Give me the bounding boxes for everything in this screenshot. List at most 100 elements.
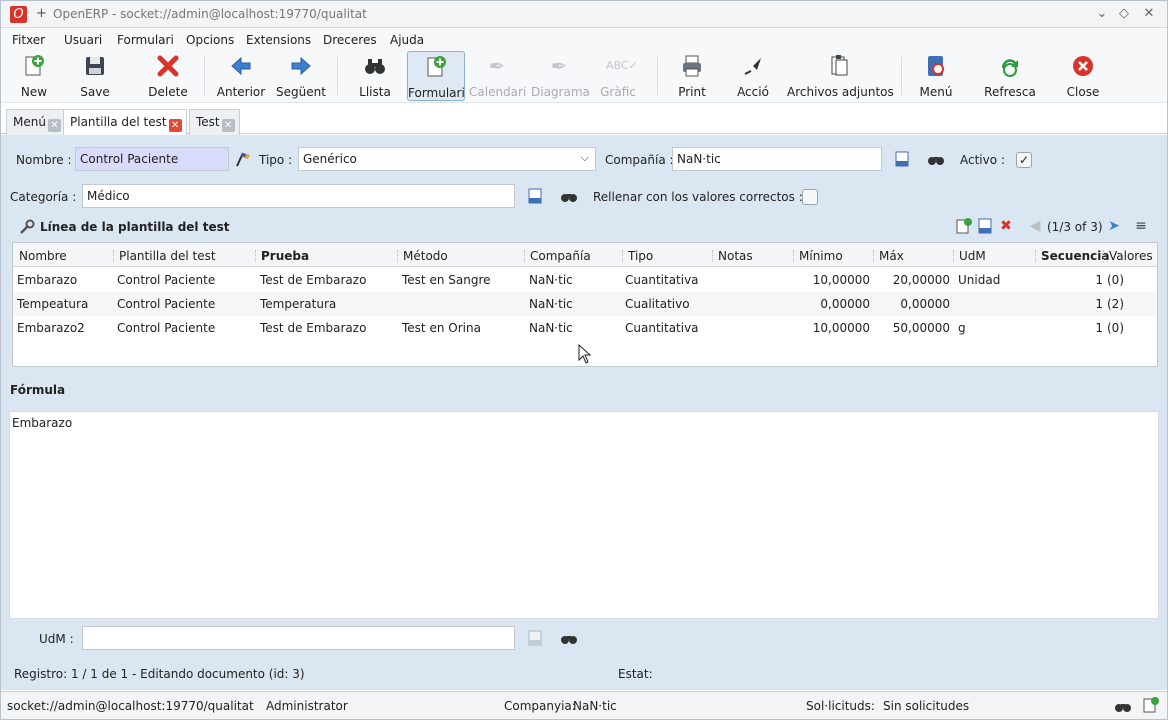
column-header[interactable]: UdM <box>959 249 986 263</box>
cell-metodo: Test en Sangre <box>402 273 491 287</box>
nombre-input[interactable]: Control Paciente <box>75 147 229 171</box>
menu-fitxer[interactable]: Fitxer <box>12 33 45 47</box>
toolbar-separator <box>337 57 338 95</box>
activo-checkbox[interactable]: ✓ <box>1016 152 1032 168</box>
minimize-icon[interactable]: ⌄ <box>1093 5 1111 23</box>
next-button[interactable]: Següent <box>275 51 327 101</box>
categoria-input[interactable]: Médico <box>82 184 515 208</box>
new-button[interactable]: New <box>13 51 55 101</box>
pin-icon[interactable]: + <box>36 6 47 21</box>
column-header[interactable]: Notas <box>718 249 753 263</box>
table-row[interactable]: Tempeatura Control Paciente Temperatura … <box>13 292 1157 316</box>
formula-label: Fórmula <box>10 383 66 397</box>
udm-input[interactable] <box>82 626 515 650</box>
column-header[interactable]: Nombre <box>19 249 67 263</box>
tab-plantilla-del-test[interactable]: Plantilla del test ✕ <box>63 109 187 136</box>
search-requests-icon[interactable] <box>1114 697 1132 715</box>
table-header: Nombre Plantilla del test Prueba Método … <box>13 243 1157 267</box>
menu-formulari[interactable]: Formulari <box>117 33 174 47</box>
attachments-button[interactable]: Archivos adjuntos <box>787 51 894 101</box>
new-document-icon <box>22 54 46 78</box>
activo-label: Activo : <box>960 153 1005 167</box>
column-separator <box>1103 250 1104 262</box>
column-header[interactable]: Plantilla del test <box>119 249 216 263</box>
form-label: Formulari <box>408 86 465 100</box>
close-button[interactable]: Close <box>1061 51 1105 101</box>
toolbar: New Save Delete Anterior Següent Llista … <box>1 51 1167 103</box>
toolbar-separator <box>204 57 205 95</box>
compania-input[interactable]: NaN·tic <box>672 147 882 171</box>
rellenar-checkbox[interactable] <box>802 189 818 205</box>
tipo-select[interactable]: Genérico ⌵ <box>298 147 596 171</box>
switch-view-icon[interactable]: ≡ <box>1132 217 1150 235</box>
menu-opcions[interactable]: Opcions <box>186 33 234 47</box>
menu-usuari[interactable]: Usuari <box>64 33 102 47</box>
column-header[interactable]: Mínimo <box>799 249 843 263</box>
save-button[interactable]: Save <box>75 51 115 101</box>
column-header[interactable]: Tipo <box>628 249 653 263</box>
close-tab-icon[interactable]: ✕ <box>168 119 182 132</box>
categoria-label: Categoría : <box>10 190 77 204</box>
form-view-button[interactable]: Formulari <box>407 51 465 101</box>
rocket-icon <box>741 54 765 78</box>
delete-line-icon[interactable]: ✖ <box>997 217 1015 235</box>
cell-max: 20,00000 <box>892 273 950 287</box>
previous-line-icon[interactable]: ◀ <box>1026 217 1044 235</box>
tab-test-label: Test <box>196 115 220 129</box>
open-record-icon[interactable] <box>893 150 911 168</box>
graph-view-button[interactable]: ABC✓ Gràfic <box>597 51 639 101</box>
app-window: O + OpenERP - socket://admin@localhost:1… <box>0 0 1168 720</box>
new-line-icon[interactable] <box>955 217 973 235</box>
new-request-icon[interactable] <box>1142 696 1160 714</box>
action-label: Acció <box>737 85 769 99</box>
table-row[interactable]: Embarazo2 Control Paciente Test de Embar… <box>13 316 1157 340</box>
table-row[interactable]: Embarazo Control Paciente Test de Embara… <box>13 268 1157 292</box>
close-tab-icon[interactable]: ✕ <box>221 119 235 132</box>
cell-plantilla: Control Paciente <box>117 273 216 287</box>
cell-valores: (0) <box>1107 273 1124 287</box>
refresh-button[interactable]: Refresca <box>981 51 1039 101</box>
save-label: Save <box>80 85 110 99</box>
next-line-icon[interactable]: ➤ <box>1105 217 1123 235</box>
cell-tipo: Cuantitativa <box>625 273 699 287</box>
column-header[interactable]: Compañía <box>530 249 591 263</box>
column-header[interactable]: Máx <box>879 249 904 263</box>
menu-extensions[interactable]: Extensions <box>246 33 311 47</box>
menu-button[interactable]: Menú <box>915 51 957 101</box>
column-header[interactable]: Valores <box>1109 249 1153 263</box>
menu-dreceres[interactable]: Dreceres <box>323 33 377 47</box>
close-window-icon[interactable]: ✕ <box>1140 5 1158 23</box>
cell-max: 0,00000 <box>900 297 950 311</box>
formula-textarea[interactable]: Embarazo <box>9 411 1159 619</box>
tab-menu[interactable]: Menú ✕ <box>6 109 66 135</box>
calendar-view-button[interactable]: ✒ Calendari <box>469 51 526 101</box>
column-header[interactable]: Secuencia <box>1041 249 1109 263</box>
search-binoculars-icon[interactable] <box>560 629 578 647</box>
column-header[interactable]: Prueba <box>261 249 309 263</box>
cell-nombre: Embarazo2 <box>17 321 85 335</box>
search-binoculars-icon[interactable] <box>560 187 578 205</box>
search-binoculars-icon[interactable] <box>927 150 945 168</box>
list-view-button[interactable]: Llista <box>353 51 397 101</box>
graph-label: Gràfic <box>600 85 636 99</box>
action-button[interactable]: Acció <box>733 51 773 101</box>
menu-ajuda[interactable]: Ajuda <box>390 33 424 47</box>
previous-button[interactable]: Anterior <box>213 51 269 101</box>
delete-button[interactable]: Delete <box>143 51 193 101</box>
maximize-icon[interactable]: ◇ <box>1115 5 1133 23</box>
diagram-view-button[interactable]: ✒ Diagrama <box>531 51 590 101</box>
floppy-disk-icon <box>83 54 107 78</box>
open-record-icon[interactable] <box>526 187 544 205</box>
close-tab-icon[interactable]: ✕ <box>47 119 61 132</box>
save-line-icon[interactable] <box>976 217 994 235</box>
tab-test[interactable]: Test ✕ <box>189 109 240 135</box>
column-header[interactable]: Método <box>403 249 448 263</box>
cell-plantilla: Control Paciente <box>117 321 216 335</box>
cell-udm: Unidad <box>958 273 1001 287</box>
pen-icon: ✒ <box>488 54 506 78</box>
cell-prueba: Test de Embarazo <box>260 321 367 335</box>
column-separator <box>712 250 713 262</box>
print-button[interactable]: Print <box>673 51 711 101</box>
translate-flag-icon[interactable] <box>234 150 252 168</box>
open-record-icon[interactable] <box>526 629 544 647</box>
